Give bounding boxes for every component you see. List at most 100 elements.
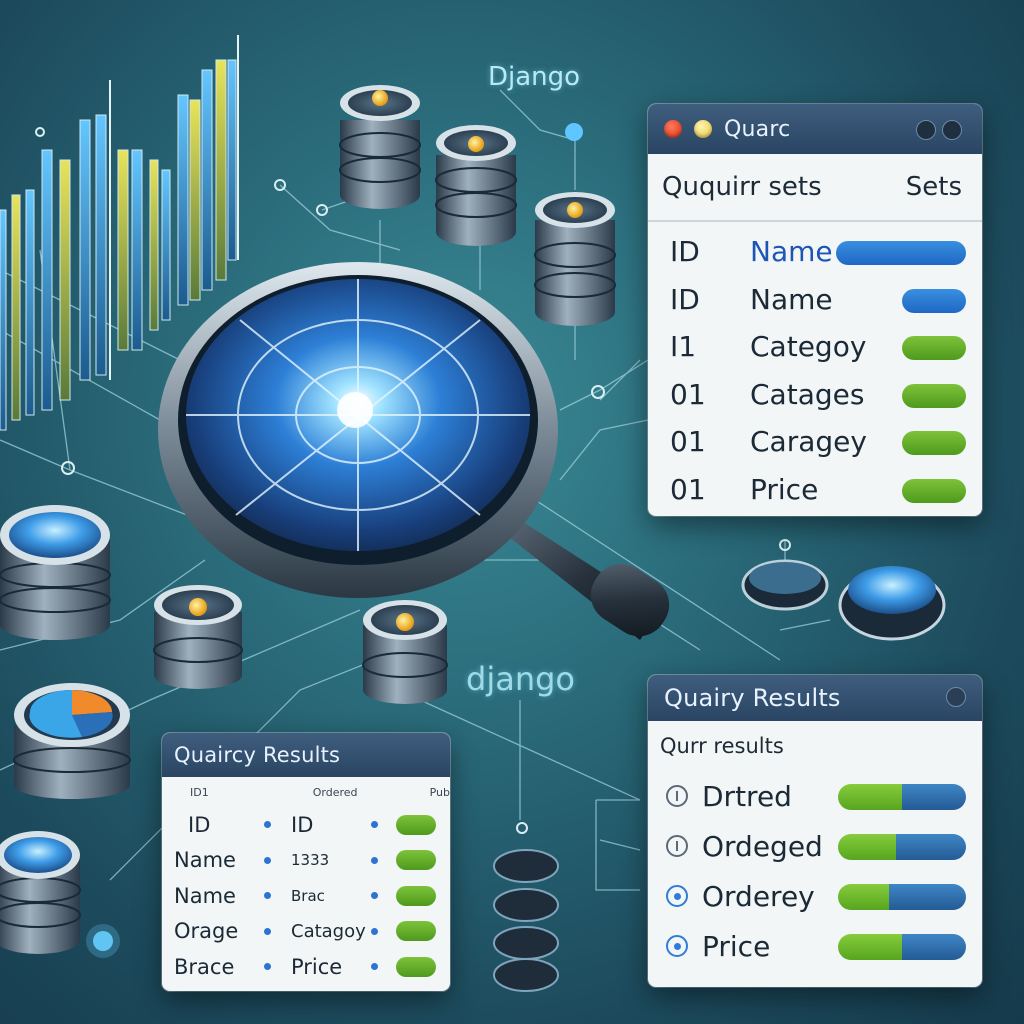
database-stack-icon [339, 85, 421, 209]
results-row[interactable]: Orderey [648, 871, 982, 921]
row-label: Ordeged [702, 829, 823, 863]
circle-bar-icon [666, 835, 688, 857]
window-header: Ququirr sets Sets [648, 154, 982, 222]
row-id: ID [670, 282, 700, 316]
bullet-icon [264, 821, 271, 829]
status-pill [396, 814, 436, 835]
circle-bar-icon [666, 785, 688, 807]
database-stack-icon [534, 192, 616, 326]
query-row[interactable]: I1 Categoy [648, 323, 982, 371]
database-stack-icon [0, 505, 111, 640]
window-control-icon[interactable] [916, 120, 936, 140]
query-row[interactable]: 01 Caragey [648, 418, 982, 466]
row-id: 01 [670, 425, 706, 459]
cell: Brace [174, 954, 235, 979]
cell: Brac [291, 886, 325, 905]
database-stack-icon [0, 831, 81, 954]
table-row[interactable]: Name Brac [162, 878, 450, 914]
glow-halo [86, 924, 120, 958]
query-sets-window: Quarc Ququirr sets Sets ID Name ID Name … [648, 104, 982, 516]
bullet-icon [264, 963, 271, 971]
window-title: Quaircy Results [174, 743, 341, 767]
minimize-dot-icon[interactable] [694, 120, 712, 138]
results-row[interactable]: Price [648, 921, 982, 971]
bullet-icon [371, 927, 378, 935]
bullet-icon [371, 856, 378, 864]
window-control-icon[interactable] [942, 120, 962, 140]
query-results-window-right: Quairy Results Qurr results Drtred Ordeg… [648, 675, 982, 987]
row-bar [902, 336, 966, 360]
table-header: ID1 Ordered Pub [162, 777, 450, 807]
header-sets-label: Sets [905, 172, 962, 202]
cell: Price [291, 954, 343, 979]
row-id: ID [670, 235, 700, 269]
status-pill [396, 956, 436, 977]
django-brand-label: django [466, 660, 575, 698]
status-pill [396, 885, 436, 906]
results-subtitle: Qurr results [660, 734, 784, 758]
progress-bar [838, 934, 966, 960]
cell: Name [174, 883, 236, 908]
bullet-icon [264, 927, 271, 935]
row-bar [836, 241, 966, 265]
window-title: Quarc [724, 116, 791, 142]
query-results-window-left: Quaircy Results ID1 Ordered Pub ID ID Na… [162, 733, 450, 991]
database-stack-icon [362, 600, 448, 704]
row-bar [902, 383, 966, 408]
header-title: Ququirr sets [662, 172, 822, 202]
circle-dot-icon [666, 885, 688, 907]
progress-bar [838, 784, 966, 810]
node-pill-icons [493, 849, 559, 992]
column-header: ID1 [190, 785, 209, 799]
cell: ID [188, 812, 211, 837]
row-id: 01 [670, 377, 706, 411]
query-row[interactable]: ID Name [648, 276, 982, 324]
close-dot-icon[interactable] [664, 120, 682, 138]
glowing-puck-icon [838, 566, 946, 641]
glow-node [565, 123, 583, 141]
query-row[interactable]: 01 Price [648, 466, 982, 514]
database-stack-icon [153, 585, 243, 689]
cell: ID [291, 812, 314, 837]
table-row[interactable]: ID ID [162, 807, 450, 843]
table-row[interactable]: Name 1333 [162, 843, 450, 879]
row-id: I1 [670, 330, 697, 364]
bullet-icon [371, 963, 378, 971]
bullet-icon [371, 892, 378, 900]
window-title: Quairy Results [664, 684, 841, 712]
cell: Catagoy [291, 920, 366, 942]
bullet-icon [371, 821, 378, 829]
results-row[interactable]: Drtred [648, 771, 982, 821]
row-label: Price [702, 929, 771, 963]
puck-icon [741, 559, 829, 611]
window-control-icon[interactable] [946, 687, 966, 707]
row-id: 01 [670, 472, 706, 506]
window-titlebar: Quarc [648, 104, 982, 154]
cell: 1333 [291, 851, 330, 870]
query-row[interactable]: 01 Catages [648, 371, 982, 419]
django-brand-label: Django [488, 62, 581, 92]
row-bar [902, 288, 966, 313]
circle-dot-icon [666, 935, 688, 957]
status-pill [396, 850, 436, 871]
row-bar [902, 478, 966, 503]
table-row[interactable]: Orage Catagoy [162, 914, 450, 950]
table-row[interactable]: Brace Price [162, 949, 450, 985]
progress-bar [838, 834, 966, 860]
status-pill [396, 921, 436, 942]
cell: Name [174, 848, 236, 873]
column-header: Pub [429, 785, 450, 799]
query-row[interactable]: ID Name [648, 228, 982, 276]
row-bar [902, 431, 966, 455]
bullet-icon [264, 856, 271, 864]
row-label: Orderey [702, 879, 815, 913]
database-stack-icon [435, 125, 517, 246]
row-label: Drtred [702, 779, 792, 813]
pie-database-icon [13, 683, 131, 799]
cell: Orage [174, 919, 239, 944]
bullet-icon [264, 892, 271, 900]
column-header: Ordered [312, 785, 358, 799]
window-titlebar: Quaircy Results [162, 733, 450, 777]
results-row[interactable]: Ordeged [648, 821, 982, 871]
window-titlebar: Quairy Results [648, 675, 982, 721]
